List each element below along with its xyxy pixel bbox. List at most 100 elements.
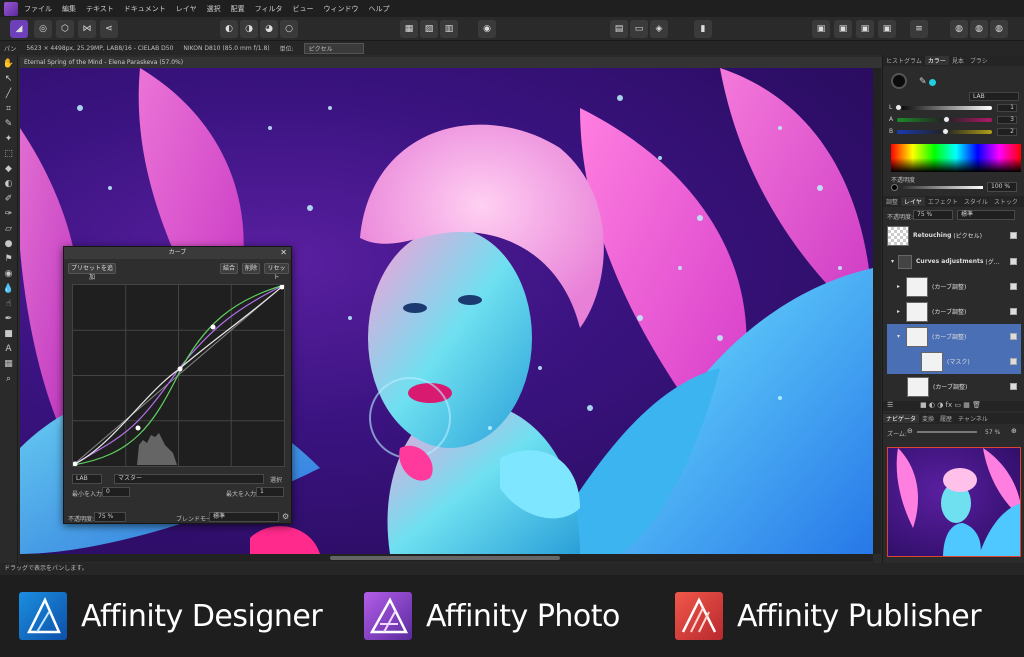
layer-visibility-checkbox[interactable] [1010, 283, 1017, 290]
curves-dialog-titlebar[interactable]: カーブ ✕ [64, 247, 291, 259]
red-eye-tool-icon[interactable]: ◉ [3, 268, 15, 280]
layer-row[interactable]: ▸ (カーブ調整) [887, 299, 1021, 324]
tab-channels[interactable]: チャンネル [955, 414, 991, 423]
blur-tool-icon[interactable]: 💧 [3, 283, 15, 295]
unit-select[interactable]: ピクセル [303, 42, 364, 54]
dodge-tool-icon[interactable]: ● [3, 238, 15, 250]
horizontal-scrollbar[interactable] [20, 554, 873, 562]
collapse-arrow-icon[interactable]: ▾ [897, 333, 900, 340]
shape-tool-icon[interactable]: ■ [3, 328, 15, 340]
auto-contrast-icon[interactable]: ◑ [240, 20, 258, 38]
adjustment-layer-icon[interactable]: ◐ [929, 401, 935, 409]
l-value-field[interactable]: 1 [997, 104, 1017, 112]
layer-visibility-checkbox[interactable] [1010, 358, 1017, 365]
studio-icon[interactable]: ◍ [970, 20, 988, 38]
blend-mode-select[interactable]: 標準 [209, 512, 279, 522]
min-input-field[interactable]: 0 [102, 487, 130, 497]
tab-transform[interactable]: 変換 [919, 414, 937, 423]
erase-brush-tool-icon[interactable]: ▱ [3, 223, 15, 235]
layer-group-row[interactable]: ▾ Curves adjustments (グ... [887, 249, 1021, 274]
paint-mixer-tool-icon[interactable]: ✑ [3, 208, 15, 220]
auto-white-balance-icon[interactable]: ○ [280, 20, 298, 38]
channel-select[interactable]: マスター [114, 474, 264, 484]
live-filter-icon[interactable]: ◑ [937, 401, 943, 409]
close-icon[interactable]: ✕ [280, 247, 287, 259]
menu-document[interactable]: ドキュメント [124, 4, 166, 14]
refine-selection-icon[interactable]: ▥ [440, 20, 458, 38]
layer-visibility-checkbox[interactable] [1010, 258, 1017, 265]
tab-styles[interactable]: スタイル [961, 197, 991, 206]
a-slider-knob[interactable] [942, 116, 950, 123]
mask-mode-icon[interactable]: ◉ [478, 20, 496, 38]
opacity-field[interactable]: 75 % [94, 512, 126, 522]
a-value-field[interactable]: 3 [997, 116, 1017, 124]
menu-view[interactable]: ビュー [292, 4, 313, 14]
tab-color[interactable]: カラー [924, 56, 949, 65]
tone-mapping-persona-icon[interactable]: ⋈ [78, 20, 96, 38]
document-title-tab[interactable]: Eternal Spring of the Mind - Elena Paras… [20, 57, 882, 68]
zoom-in-icon[interactable]: ⊕ [1011, 427, 1017, 435]
assistant-icon[interactable]: ▤ [610, 20, 628, 38]
menu-layer[interactable]: レイヤ [176, 4, 197, 14]
l-slider[interactable]: L 1 [889, 104, 1017, 112]
max-input-field[interactable]: 1 [256, 487, 284, 497]
vertical-scrollbar[interactable] [873, 68, 881, 554]
trash-icon[interactable]: 🗑 [972, 401, 981, 409]
assistant-manager-icon[interactable]: ◍ [950, 20, 968, 38]
liquify-persona-icon[interactable]: ◎ [34, 20, 52, 38]
align-icon[interactable]: ≡ [910, 20, 928, 38]
arrange-forward-icon[interactable]: ▣ [856, 20, 874, 38]
curves-graph[interactable] [72, 284, 285, 467]
arrange-front-icon[interactable]: ▣ [878, 20, 896, 38]
menu-arrange[interactable]: 配置 [231, 4, 245, 14]
menu-window[interactable]: ウィンドウ [323, 4, 358, 14]
photo-persona-icon[interactable]: ◢ [10, 20, 28, 38]
text-tool-icon[interactable]: A [3, 343, 15, 355]
fill-color-swatch[interactable] [891, 73, 907, 89]
gradient-tool-icon[interactable]: ◐ [3, 178, 15, 190]
color-spectrum[interactable] [891, 144, 1021, 172]
snapping-icon[interactable]: ▮ [694, 20, 712, 38]
auto-levels-icon[interactable]: ◐ [220, 20, 238, 38]
zoom-slider[interactable] [917, 431, 977, 433]
develop-persona-icon[interactable]: ⬡ [56, 20, 74, 38]
color-model-select[interactable]: LAB [969, 92, 1019, 101]
view-tool-icon[interactable]: ✋ [3, 58, 15, 70]
opacity-slider-track[interactable] [903, 186, 983, 189]
b-slider-knob[interactable] [941, 128, 949, 135]
mirror-view-icon[interactable]: ◈ [650, 20, 668, 38]
tab-navigator[interactable]: ナビゲータ [883, 414, 920, 423]
smudge-tool-icon[interactable]: ☝ [3, 298, 15, 310]
navigator-preview[interactable] [887, 447, 1021, 557]
delete-button[interactable]: 削除 [242, 263, 260, 274]
menu-filters[interactable]: フィルタ [255, 4, 283, 14]
collapse-arrow-icon[interactable]: ▾ [891, 258, 894, 265]
clone-tool-icon[interactable]: ⚑ [3, 253, 15, 265]
menu-select[interactable]: 選択 [207, 4, 221, 14]
merge-button[interactable]: 結合 [220, 263, 238, 274]
pick-button[interactable]: 選択 [270, 475, 282, 484]
layers-blend-select[interactable]: 標準 [957, 210, 1015, 220]
crop-tool-icon[interactable]: ⌗ [3, 103, 15, 115]
b-value-field[interactable]: 2 [997, 128, 1017, 136]
tab-brushes[interactable]: ブラシ [967, 56, 991, 65]
layers-opacity-field[interactable]: 75 % [913, 210, 953, 220]
add-preset-button[interactable]: プリセットを追加 [68, 263, 116, 281]
marquee-tool-icon[interactable]: ⬚ [3, 148, 15, 160]
layer-options-icon[interactable]: ☰ [887, 401, 893, 409]
flood-select-tool-icon[interactable]: ✦ [3, 133, 15, 145]
move-tool-icon[interactable]: ↖ [3, 73, 15, 85]
menu-help[interactable]: ヘルプ [368, 4, 389, 14]
color-opacity-field[interactable]: 100 % [987, 182, 1017, 192]
mesh-warp-tool-icon[interactable]: ▦ [3, 358, 15, 370]
expand-arrow-icon[interactable]: ▸ [897, 308, 900, 315]
tab-layers[interactable]: レイヤ [901, 197, 925, 206]
zoom-out-icon[interactable]: ⊖ [907, 427, 913, 435]
menu-edit[interactable]: 編集 [62, 4, 76, 14]
menu-text[interactable]: テキスト [86, 4, 114, 14]
zoom-tool-icon[interactable]: ⌕ [3, 373, 15, 385]
tab-effects[interactable]: エフェクト [925, 197, 961, 206]
zoom-value[interactable]: 57 % [985, 429, 1000, 436]
fx-icon[interactable]: fx [946, 401, 953, 409]
gear-icon[interactable]: ⚙ [282, 512, 289, 521]
